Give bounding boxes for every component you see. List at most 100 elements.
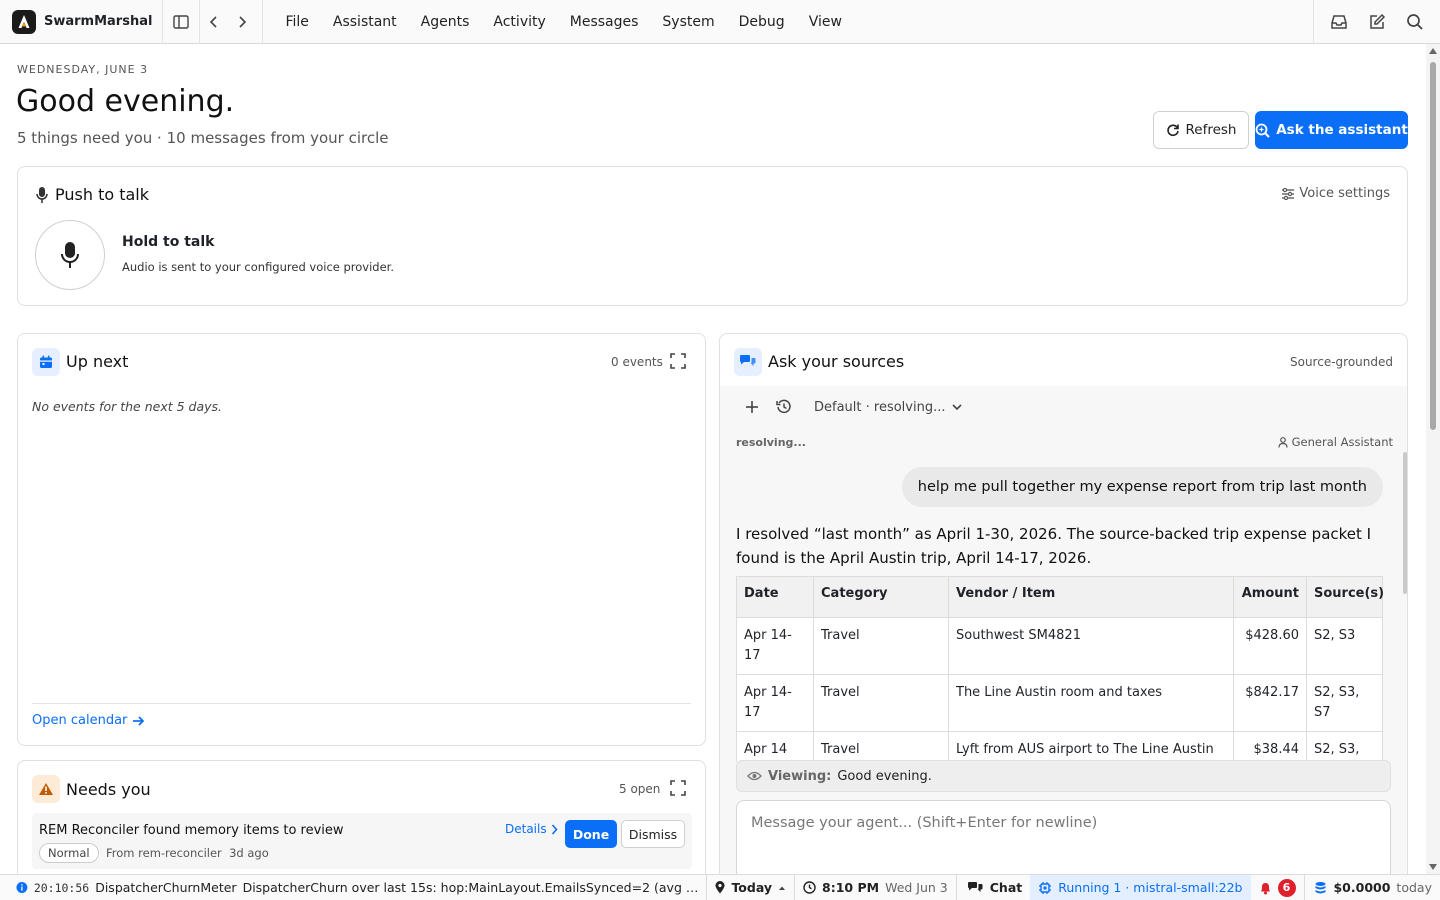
clock-time: 8:10 PM [822,880,880,895]
log-message: DispatcherChurn over last 15s: hop:MainL… [242,880,699,895]
arrow-right-icon [133,715,145,726]
needs-item-title: REM Reconciler found memory items to rev… [39,823,344,838]
clock-date: Wed Jun 3 [885,880,948,895]
chat-bubbles-icon [734,348,762,376]
running-models[interactable]: Running 1 · mistral-small:22b [1030,874,1251,900]
person-icon [1278,436,1288,448]
chevron-down-icon [951,403,962,410]
chat-transcript[interactable]: help me pull together my expense report … [720,452,1407,762]
bell-icon [1260,882,1270,894]
dismiss-button[interactable]: Dismiss [621,820,685,848]
new-chat-icon[interactable] [736,394,768,420]
ask-label: Ask the assistant [1276,122,1408,138]
cost-meter[interactable]: $0.0000 today [1304,875,1439,900]
clock-icon [803,881,816,894]
history-icon[interactable] [768,394,800,420]
menu-file[interactable]: File [273,0,320,44]
hold-to-talk-button[interactable] [35,220,105,290]
search-sparkle-icon [1255,123,1270,138]
main-menu: File Assistant Agents Activity Messages … [263,0,853,44]
location-selector[interactable]: Today [707,875,794,900]
chat-toggle[interactable]: Chat [957,875,1030,900]
hold-to-talk-description: Audio is sent to your configured voice p… [122,260,395,274]
log-ticker[interactable]: 20:10:56 DispatcherChurnMeter Dispatcher… [0,875,706,900]
needs-item-age: 3d ago [229,846,269,860]
cell-sources: S2, S3, S5 [1306,731,1383,762]
scroll-up-icon[interactable] [1429,48,1437,54]
table-row: Apr 14 Travel Lyft from AUS airport to T… [736,731,1383,762]
details-link[interactable]: Details [505,822,558,836]
chevron-up-icon [779,886,786,890]
app-name: SwarmMarshal [44,14,153,29]
menu-system[interactable]: System [650,0,726,44]
expand-icon[interactable] [670,780,686,796]
warning-icon [32,775,60,803]
dashboard: WEDNESDAY, JUNE 3 Good evening. 5 things… [0,44,1426,874]
column-header: Date [736,576,814,618]
open-calendar-label: Open calendar [32,713,128,728]
assistant-name: General Assistant [1278,435,1393,449]
cell-sources: S2, S3, S7 [1306,674,1383,732]
open-calendar-link[interactable]: Open calendar [32,713,145,728]
viewing-label: Viewing: [768,768,832,784]
menubar-actions [1313,0,1440,44]
menu-view[interactable]: View [797,0,854,44]
expense-table: Date Category Vendor / Item Amount Sourc… [736,576,1384,762]
refresh-button[interactable]: Refresh [1153,111,1249,149]
compose-icon[interactable] [1358,0,1396,44]
menu-messages[interactable]: Messages [558,0,651,44]
refresh-icon [1166,124,1179,137]
menu-agents[interactable]: Agents [409,0,482,44]
microphone-icon [61,242,79,268]
push-to-talk-card: Push to talk Voice settings Hold to talk… [17,166,1408,306]
date-label: WEDNESDAY, JUNE 3 [17,63,149,76]
expand-icon[interactable] [670,353,686,369]
eye-icon [747,771,762,781]
open-count: 5 open [619,782,661,796]
menu-debug[interactable]: Debug [727,0,797,44]
brand[interactable]: SwarmMarshal [0,0,164,44]
voice-settings-label: Voice settings [1299,186,1390,201]
log-source: DispatcherChurnMeter [95,880,237,895]
viewing-value: Good evening. [837,768,932,784]
voice-settings-link[interactable]: Voice settings [1281,186,1390,201]
menu-assistant[interactable]: Assistant [321,0,409,44]
sidebar-toggle-icon[interactable] [163,0,199,44]
column-header: Vendor / Item [948,576,1234,618]
ask-assistant-button[interactable]: Ask the assistant [1255,111,1408,149]
back-icon[interactable] [200,0,228,44]
cell-category: Travel [813,674,949,732]
microphone-icon [36,187,48,203]
hold-to-talk-title: Hold to talk [122,234,215,250]
chevron-right-icon [551,823,558,835]
cell-date: Apr 14-17 [736,674,814,732]
scroll-thumb[interactable] [1430,62,1436,430]
done-button[interactable]: Done [565,820,617,848]
search-icon[interactable] [1396,0,1434,44]
message-input[interactable]: Message your agent... (Shift+Enter for n… [736,800,1391,874]
table-row: Apr 14-17 Travel The Line Austin room an… [736,674,1383,732]
status-bar: 20:10:56 DispatcherChurnMeter Dispatcher… [0,874,1440,900]
page-title: Good evening. [16,84,235,119]
refresh-label: Refresh [1185,122,1237,138]
column-header: Source(s) [1306,576,1384,618]
scroll-down-icon[interactable] [1429,864,1437,870]
needs-you-card: Needs you 5 open REM Reconciler found me… [17,760,706,874]
cost-value: $0.0000 [1333,880,1391,895]
card-title: Push to talk [55,185,150,204]
assistant-message: I resolved “last month” as April 1-30, 2… [736,525,1372,567]
notifications[interactable]: 6 [1251,875,1304,900]
chat-scrollbar[interactable] [1403,452,1407,594]
needs-item[interactable]: REM Reconciler found memory items to rev… [32,813,692,869]
inbox-icon[interactable] [1320,0,1358,44]
coins-icon [1315,882,1326,894]
needs-item-source: From rem-reconciler [106,846,222,860]
cpu-icon [1039,881,1052,894]
running-label: Running 1 · mistral-small:22b [1058,880,1243,895]
priority-badge: Normal [39,843,99,863]
menu-activity[interactable]: Activity [481,0,557,44]
forward-icon[interactable] [228,0,256,44]
model-selector[interactable]: Default · resolving... [814,400,962,415]
column-header: Category [813,576,949,618]
page-scrollbar[interactable] [1426,44,1440,874]
